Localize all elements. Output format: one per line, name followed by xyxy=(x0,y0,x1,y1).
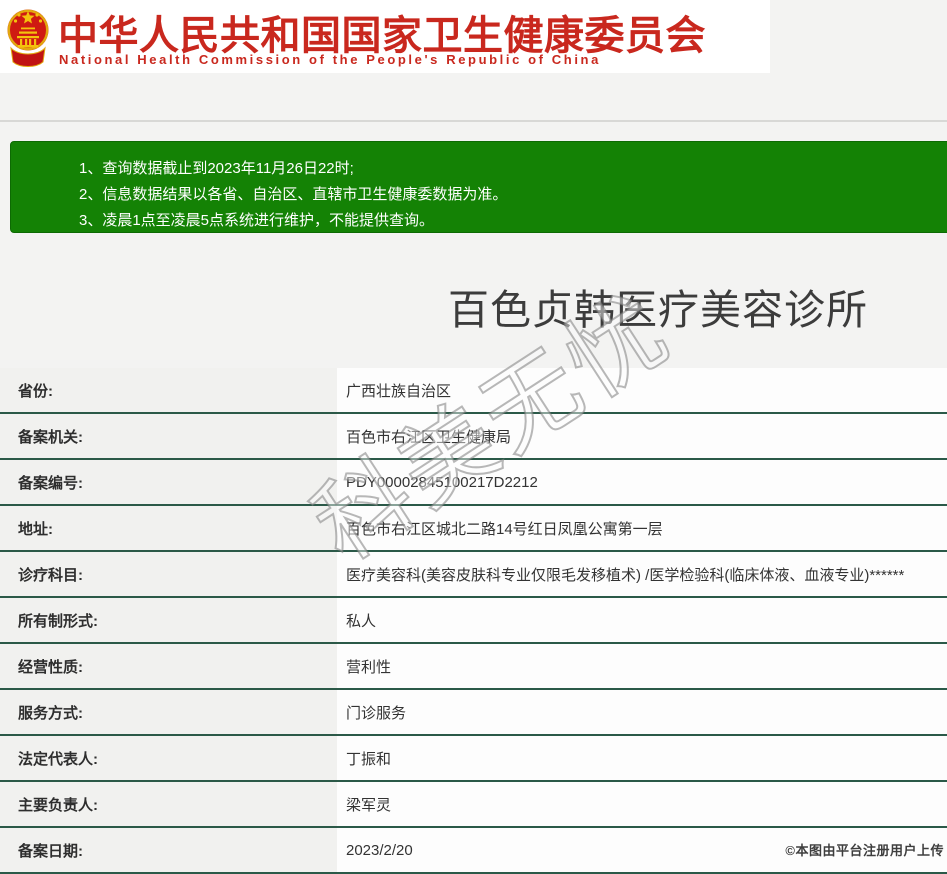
row-value: 梁军灵 xyxy=(337,782,947,826)
row-value: 广西壮族自治区 xyxy=(337,368,947,412)
header-divider xyxy=(0,120,947,122)
record-table: 省份: 广西壮族自治区 备案机关: 百色市右江区卫生健康局 备案编号: PDY0… xyxy=(0,368,947,874)
table-row-service-mode: 服务方式: 门诊服务 xyxy=(0,690,947,736)
table-row-address: 地址: 百色市右江区城北二路14号红日凤凰公寓第一层 xyxy=(0,506,947,552)
row-label: 诊疗科目: xyxy=(0,552,337,596)
row-label: 法定代表人: xyxy=(0,736,337,780)
table-row-authority: 备案机关: 百色市右江区卫生健康局 xyxy=(0,414,947,460)
row-value: 营利性 xyxy=(337,644,947,688)
row-value: 丁振和 xyxy=(337,736,947,780)
row-label: 地址: xyxy=(0,506,337,550)
site-header: 中华人民共和国国家卫生健康委员会 National Health Commiss… xyxy=(0,0,770,73)
table-row-ownership: 所有制形式: 私人 xyxy=(0,598,947,644)
row-label: 备案机关: xyxy=(0,414,337,458)
table-row-principal: 主要负责人: 梁军灵 xyxy=(0,782,947,828)
row-label: 备案日期: xyxy=(0,828,337,872)
row-value: 私人 xyxy=(337,598,947,642)
row-value: 医疗美容科(美容皮肤科专业仅限毛发移植术) /医学检验科(临床体液、血液专业)*… xyxy=(337,552,947,596)
table-row-departments: 诊疗科目: 医疗美容科(美容皮肤科专业仅限毛发移植术) /医学检验科(临床体液、… xyxy=(0,552,947,598)
notice-line-3: 3、凌晨1点至凌晨5点系统进行维护，不能提供查询。 xyxy=(79,212,435,229)
row-label: 所有制形式: xyxy=(0,598,337,642)
table-row-record-number: 备案编号: PDY00002845100217D2212 xyxy=(0,460,947,506)
table-row-province: 省份: 广西壮族自治区 xyxy=(0,368,947,414)
row-value: 百色市右江区卫生健康局 xyxy=(337,414,947,458)
row-label: 主要负责人: xyxy=(0,782,337,826)
row-value: 百色市右江区城北二路14号红日凤凰公寓第一层 xyxy=(337,506,947,550)
table-row-business-nature: 经营性质: 营利性 xyxy=(0,644,947,690)
row-label: 服务方式: xyxy=(0,690,337,734)
photo-credit: ©本图由平台注册用户上传 xyxy=(785,843,944,858)
row-label: 经营性质: xyxy=(0,644,337,688)
row-value: 门诊服务 xyxy=(337,690,947,734)
notice-line-1: 1、查询数据截止到2023年11月26日22时; xyxy=(79,160,354,177)
row-label: 备案编号: xyxy=(0,460,337,504)
row-label: 省份: xyxy=(0,368,337,412)
national-emblem-icon xyxy=(7,9,49,67)
notice-panel: 1、查询数据截止到2023年11月26日22时; 2、信息数据结果以各省、自治区… xyxy=(10,141,947,233)
row-value: PDY00002845100217D2212 xyxy=(337,460,947,504)
table-row-legal-representative: 法定代表人: 丁振和 xyxy=(0,736,947,782)
notice-line-2: 2、信息数据结果以各省、自治区、直辖市卫生健康委数据为准。 xyxy=(79,186,508,203)
site-title-en: National Health Commission of the People… xyxy=(59,52,601,67)
institution-name-title: 百色贞韩医疗美容诊所 xyxy=(448,287,868,333)
